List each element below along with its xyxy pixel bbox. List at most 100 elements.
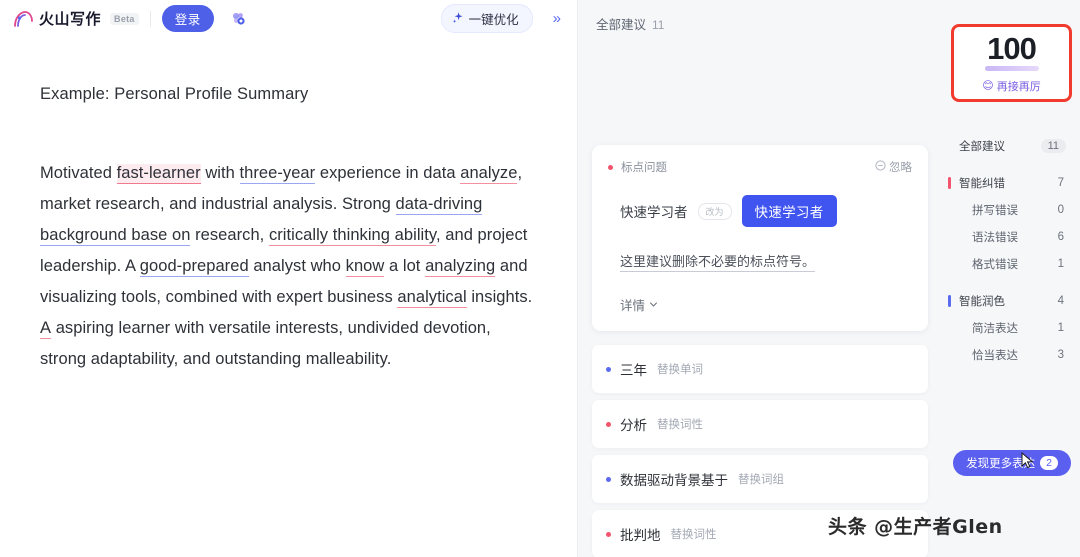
mouse-cursor-icon [1020, 451, 1038, 470]
suggestions-column: 全部建议 11 标点问题 忽略 快速学习者 改为 快速学习者 这里建议删除不必要… [578, 0, 943, 557]
suggestion-list-item[interactable]: 三年 替换单词 [592, 345, 928, 393]
marked-text-run[interactable]: A [40, 319, 52, 340]
document-body[interactable]: Example: Personal Profile Summary Motiva… [0, 37, 577, 375]
ignore-label: 忽略 [889, 162, 912, 174]
suggestion-description: 这里建议删除不必要的标点符号。 [608, 251, 912, 272]
marked-text-run[interactable]: analyze [460, 164, 518, 185]
suggestion-action: 替换单词 [657, 364, 703, 376]
editor-column: 火山写作 Beta 登录 一键优化 » Example: Personal Pr… [0, 0, 578, 557]
text-run: insights. [466, 288, 533, 307]
category-count: 3 [1057, 348, 1064, 361]
suggestion-description-text: 这里建议删除不必要的标点符号。 [620, 254, 816, 272]
discover-more-count: 2 [1040, 456, 1058, 470]
category-accent-bar [948, 177, 951, 189]
suggestion-type-dot [606, 421, 611, 427]
suggestion-action: 替换词组 [738, 474, 784, 486]
app-header: 火山写作 Beta 登录 一键优化 » [0, 0, 577, 37]
category-label: 格式错误 [972, 258, 1018, 271]
logo-text: 火山写作 [39, 11, 102, 28]
suggestion-type-dot [608, 164, 613, 170]
score-caption: 😊 再接再厉 [982, 78, 1040, 94]
sidebar-category-0[interactable]: 全部建议 11 [943, 132, 1080, 159]
one-click-optimize-button[interactable]: 一键优化 [440, 4, 533, 33]
category-count: 7 [1057, 176, 1064, 189]
category-label: 智能润色 [959, 295, 1005, 308]
chevron-down-icon [649, 298, 658, 312]
category-count: 0 [1057, 203, 1064, 216]
smile-emoji-icon: 😊 [982, 80, 994, 92]
marked-text-run[interactable]: fast-learner [116, 164, 201, 185]
suggestions-header-label: 全部建议 [596, 18, 647, 32]
sparkle-icon [452, 11, 465, 27]
watermark: 头条 @生产者Glen [828, 516, 1003, 538]
category-count: 1 [1057, 257, 1064, 270]
discover-more-button[interactable]: 发现更多表达 2 [953, 450, 1071, 476]
card-header-row: 标点问题 忽略 [608, 159, 912, 175]
sidebar-category-7[interactable]: 恰当表达 3 [943, 341, 1080, 368]
marked-text-run[interactable]: know [345, 257, 385, 278]
suggestion-type-dot [606, 366, 611, 372]
marked-text-run[interactable]: analyzing [425, 257, 496, 278]
beta-badge: Beta [110, 12, 139, 25]
text-run: aspiring learner with versatile interest… [40, 319, 491, 369]
ignore-button[interactable]: 忽略 [875, 159, 912, 175]
category-label: 全部建议 [959, 140, 1005, 153]
optimize-label: 一键优化 [468, 13, 519, 27]
header-divider [149, 10, 151, 27]
category-count: 6 [1057, 230, 1064, 243]
score-underline-decoration [984, 65, 1039, 71]
marked-text-run[interactable]: analytical [397, 288, 467, 309]
category-label: 恰当表达 [972, 349, 1018, 362]
category-label: 简洁表达 [972, 322, 1018, 335]
sidebar-category-5[interactable]: 智能润色 4 [943, 287, 1080, 314]
suggestion-type-dot [606, 476, 611, 482]
suggestion-action: 替换词性 [670, 529, 717, 541]
apply-replacement-button[interactable]: 快速学习者 [741, 195, 837, 227]
text-run: analyst who [248, 257, 346, 276]
document-paragraph: Motivated fast-learner with three-year e… [40, 158, 537, 375]
suggestions-header-count: 11 [652, 18, 665, 32]
sidebar-category-4[interactable]: 格式错误 1 [943, 250, 1080, 277]
volcano-logo-icon [12, 9, 34, 29]
category-count: 11 [1040, 138, 1066, 153]
category-label: 拼写错误 [972, 204, 1018, 217]
active-suggestion-card[interactable]: 标点问题 忽略 快速学习者 改为 快速学习者 这里建议删除不必要的标点符号。 详… [592, 145, 928, 331]
sidebar-column: 100 😊 再接再厉 全部建议 11 智能纠错 7 拼写错误 0 语法错误 6 格式错误 1 智能润… [943, 0, 1080, 557]
marked-text-run[interactable]: three-year [239, 164, 316, 185]
sidebar-category-3[interactable]: 语法错误 6 [943, 223, 1080, 250]
category-label: 智能纠错 [959, 177, 1005, 190]
suggestion-word: 分析 [620, 418, 647, 433]
text-run: research, [190, 226, 269, 245]
suggestion-word: 三年 [620, 363, 647, 378]
suggestion-list-item[interactable]: 分析 替换词性 [592, 400, 928, 448]
suggestion-type-label: 标点问题 [621, 162, 667, 174]
score-caption-text: 再接再厉 [996, 80, 1041, 93]
collapse-panel-icon[interactable]: » [547, 8, 567, 29]
circle-minus-icon [875, 160, 886, 174]
text-run: a lot [384, 257, 426, 276]
sidebar-category-6[interactable]: 简洁表达 1 [943, 314, 1080, 341]
original-word: 快速学习者 [620, 205, 688, 220]
suggestion-type-dot [606, 531, 611, 537]
category-count: 1 [1057, 321, 1064, 334]
suggestion-list-item[interactable]: 数据驱动背景基于 替换词组 [592, 455, 928, 503]
document-title: Example: Personal Profile Summary [40, 85, 309, 103]
card-replacement-row: 快速学习者 改为 快速学习者 [608, 195, 912, 227]
magic-flower-icon[interactable] [226, 6, 252, 32]
marked-text-run[interactable]: good-prepared [139, 257, 249, 278]
sidebar-category-2[interactable]: 拼写错误 0 [943, 196, 1080, 223]
text-run: experience in data [315, 164, 461, 183]
login-button[interactable]: 登录 [161, 5, 214, 32]
category-label: 语法错误 [972, 231, 1018, 244]
sidebar-category-1[interactable]: 智能纠错 7 [943, 169, 1080, 196]
marked-text-run[interactable]: critically thinking ability [268, 226, 436, 247]
suggestion-word: 数据驱动背景基于 [620, 473, 728, 488]
app-root: 火山写作 Beta 登录 一键优化 » Example: Personal Pr… [0, 0, 1080, 557]
suggestion-word: 批判地 [620, 528, 661, 543]
details-label: 详情 [620, 299, 646, 313]
category-accent-bar [948, 295, 951, 307]
score-card: 100 😊 再接再厉 [951, 24, 1072, 102]
details-toggle[interactable]: 详情 [608, 295, 912, 314]
score-value: 100 [987, 30, 1037, 66]
app-logo[interactable]: 火山写作 Beta [12, 8, 139, 29]
